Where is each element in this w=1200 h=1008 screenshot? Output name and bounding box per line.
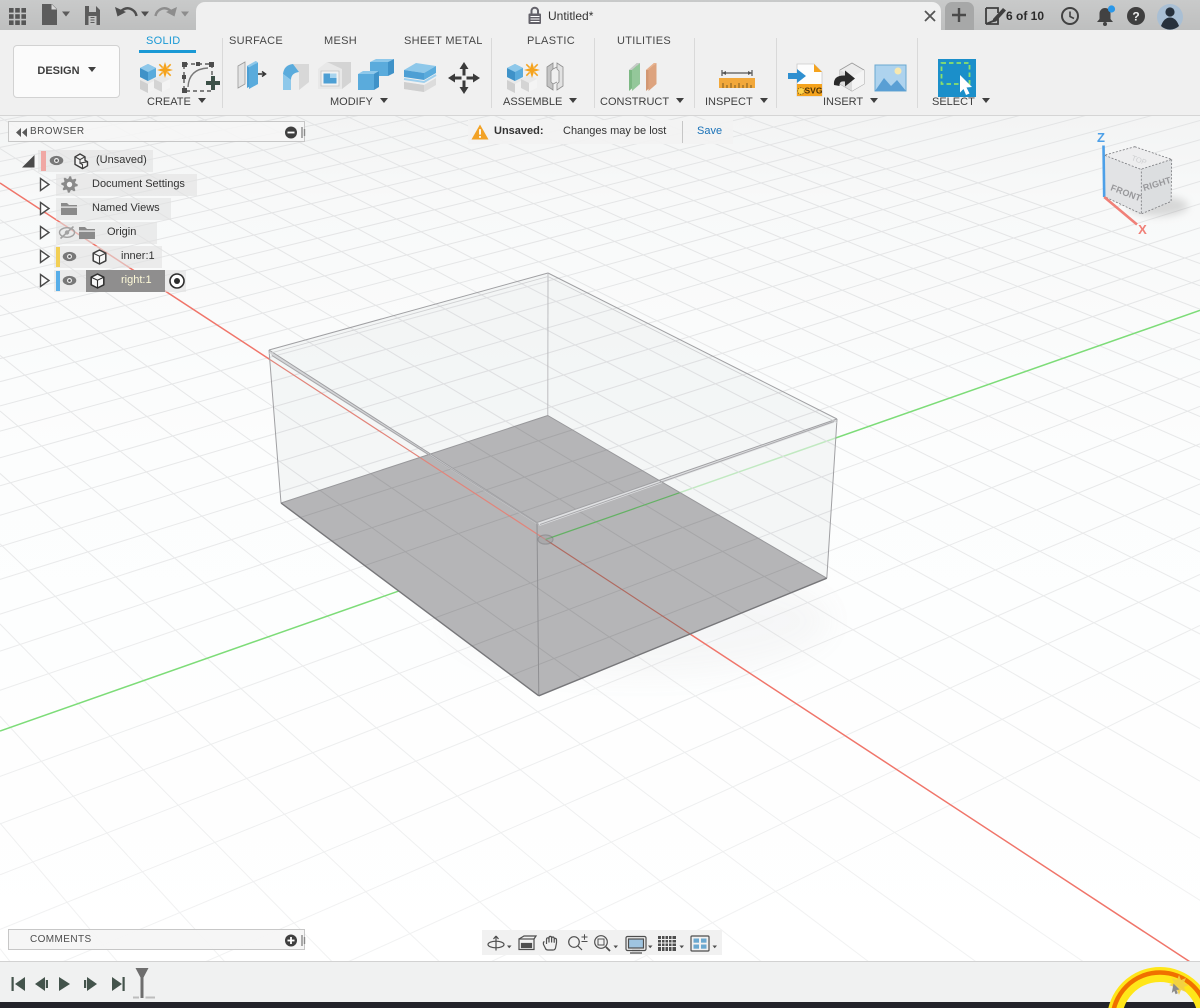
svg-text:?: ? — [1132, 10, 1139, 24]
svg-text:Z: Z — [1097, 130, 1105, 145]
svg-text:SVG: SVG — [805, 86, 823, 96]
svg-text:X: X — [1138, 222, 1147, 237]
